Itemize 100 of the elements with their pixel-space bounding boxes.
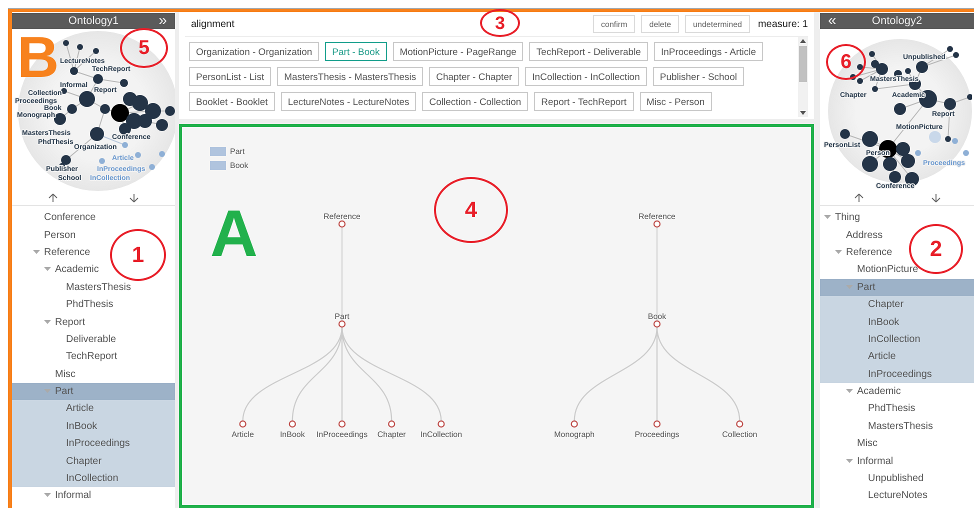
graph-node[interactable] <box>963 150 969 156</box>
tree-item[interactable]: Informal <box>55 490 92 502</box>
graph-node[interactable] <box>100 104 110 114</box>
alignment-pair-chip[interactable]: Publisher - School <box>652 67 744 86</box>
alignment-pair-chip[interactable]: Chapter - Chapter <box>429 67 520 86</box>
graph-node[interactable] <box>93 74 103 84</box>
alignment-pair-chip[interactable]: LectureNotes - LectureNotes <box>280 92 416 111</box>
tree-item[interactable]: Reference <box>846 246 892 258</box>
tree-node[interactable] <box>653 320 661 328</box>
alignment-pair-chip[interactable]: Report - TechReport <box>534 92 634 111</box>
scroll-up-icon[interactable] <box>800 39 806 43</box>
tree-item[interactable]: Person <box>44 230 76 241</box>
up-arrow-icon[interactable] <box>854 193 864 203</box>
graph-node[interactable] <box>857 78 863 84</box>
tree-item[interactable]: Chapter <box>66 456 102 467</box>
tree-node[interactable] <box>288 420 296 428</box>
alignment-pair-chip[interactable]: InProceedings - Article <box>654 42 764 61</box>
tree-item[interactable]: TechReport <box>66 351 118 362</box>
tree-item[interactable]: MastersThesis <box>66 282 132 293</box>
alignment-pair-chip[interactable]: Booklet - Booklet <box>189 92 275 111</box>
alignment-pair-chip[interactable]: Misc - Person <box>640 92 712 111</box>
graph-node[interactable] <box>929 131 941 143</box>
graph-node[interactable] <box>916 61 928 73</box>
tree-node[interactable] <box>653 420 661 428</box>
graph-node[interactable] <box>869 51 875 57</box>
graph-node[interactable] <box>120 79 128 87</box>
tree-item[interactable]: Academic <box>55 264 99 276</box>
graph-node[interactable] <box>77 44 83 50</box>
graph-node[interactable] <box>67 104 77 114</box>
graph-node[interactable] <box>138 114 152 128</box>
tree-item[interactable]: MastersThesis <box>868 420 934 432</box>
tree-item[interactable]: Report <box>55 316 86 328</box>
alignment-pair-chip[interactable]: MotionPicture - PageRange <box>392 42 524 61</box>
graph-node[interactable] <box>967 94 972 100</box>
tree-item[interactable]: Deliverable <box>66 334 116 345</box>
tree-item[interactable]: InBook <box>868 316 900 328</box>
alignment-pair-chip[interactable]: MastersThesis - MastersThesis <box>277 67 424 86</box>
graph-node[interactable] <box>132 95 148 111</box>
tree-item[interactable]: MotionPicture <box>857 264 918 276</box>
action-button[interactable]: delete <box>641 15 680 33</box>
down-arrow-icon[interactable] <box>129 193 140 203</box>
graph-node[interactable] <box>944 98 956 110</box>
tree-node[interactable] <box>736 420 744 428</box>
tree-node[interactable] <box>338 420 346 428</box>
graph-node[interactable] <box>894 103 906 115</box>
tree-item[interactable]: Article <box>868 351 896 362</box>
graph-node[interactable] <box>850 74 856 80</box>
tree-item[interactable]: Misc <box>55 368 76 380</box>
graph-node[interactable] <box>945 136 951 142</box>
down-arrow-icon[interactable] <box>930 193 940 203</box>
action-button[interactable]: confirm <box>593 15 636 33</box>
tree-item[interactable]: Conference <box>44 212 96 224</box>
graph-node[interactable] <box>119 123 131 135</box>
up-arrow-icon[interactable] <box>48 193 58 203</box>
graph-node[interactable] <box>876 63 888 75</box>
graph-node[interactable] <box>889 171 901 183</box>
tree-item[interactable]: Informal <box>857 456 894 467</box>
graph-node[interactable] <box>149 164 155 170</box>
graph-node[interactable] <box>70 67 78 75</box>
alignment-pair-chip[interactable]: InCollection - InCollection <box>525 67 647 86</box>
graph-node[interactable] <box>63 40 69 46</box>
scroll-down-icon[interactable] <box>800 111 806 115</box>
tree-node[interactable] <box>570 420 578 428</box>
graph-node[interactable] <box>953 52 959 58</box>
graph-node[interactable] <box>840 129 850 139</box>
scrollbar[interactable] <box>798 37 808 117</box>
graph-node[interactable] <box>883 157 897 171</box>
action-button[interactable]: undetermined <box>685 15 750 33</box>
tree-item[interactable]: Chapter <box>868 299 904 310</box>
graph-node[interactable] <box>857 64 863 70</box>
alignment-pair-chip[interactable]: TechReport - Deliverable <box>529 42 648 61</box>
graph-node[interactable] <box>111 104 129 122</box>
tree-item[interactable]: Reference <box>44 246 90 258</box>
graph-node[interactable] <box>93 48 99 54</box>
graph-node[interactable] <box>862 131 878 147</box>
graph-node[interactable] <box>122 142 128 148</box>
graph-node[interactable] <box>862 156 878 172</box>
tree-node[interactable] <box>438 420 445 428</box>
graph-node[interactable] <box>54 113 66 125</box>
graph-node[interactable] <box>896 142 910 156</box>
graph-node[interactable] <box>947 46 953 52</box>
tree-node[interactable] <box>653 220 661 228</box>
tree-item[interactable]: Misc <box>857 438 878 450</box>
tree-node[interactable] <box>239 420 246 428</box>
graph-node[interactable] <box>952 138 958 144</box>
graph-node[interactable] <box>905 68 911 74</box>
tree-node[interactable] <box>338 320 346 328</box>
expand-toggle[interactable]: « <box>828 13 836 28</box>
tree-item[interactable]: Address <box>846 230 883 241</box>
tree-node[interactable] <box>338 220 346 228</box>
alignment-pair-chip[interactable]: Organization - Organization <box>189 42 320 61</box>
graph-node[interactable] <box>135 152 141 158</box>
alignment-pair-chip[interactable]: Collection - Collection <box>422 92 528 111</box>
tree-item[interactable]: Thing <box>835 212 860 224</box>
graph-node[interactable] <box>145 103 161 119</box>
graph-node[interactable] <box>61 88 67 94</box>
graph-node[interactable] <box>90 127 104 141</box>
graph-node[interactable] <box>871 60 879 68</box>
tree-item[interactable]: LectureNotes <box>868 490 928 502</box>
tree-node[interactable] <box>388 420 396 428</box>
